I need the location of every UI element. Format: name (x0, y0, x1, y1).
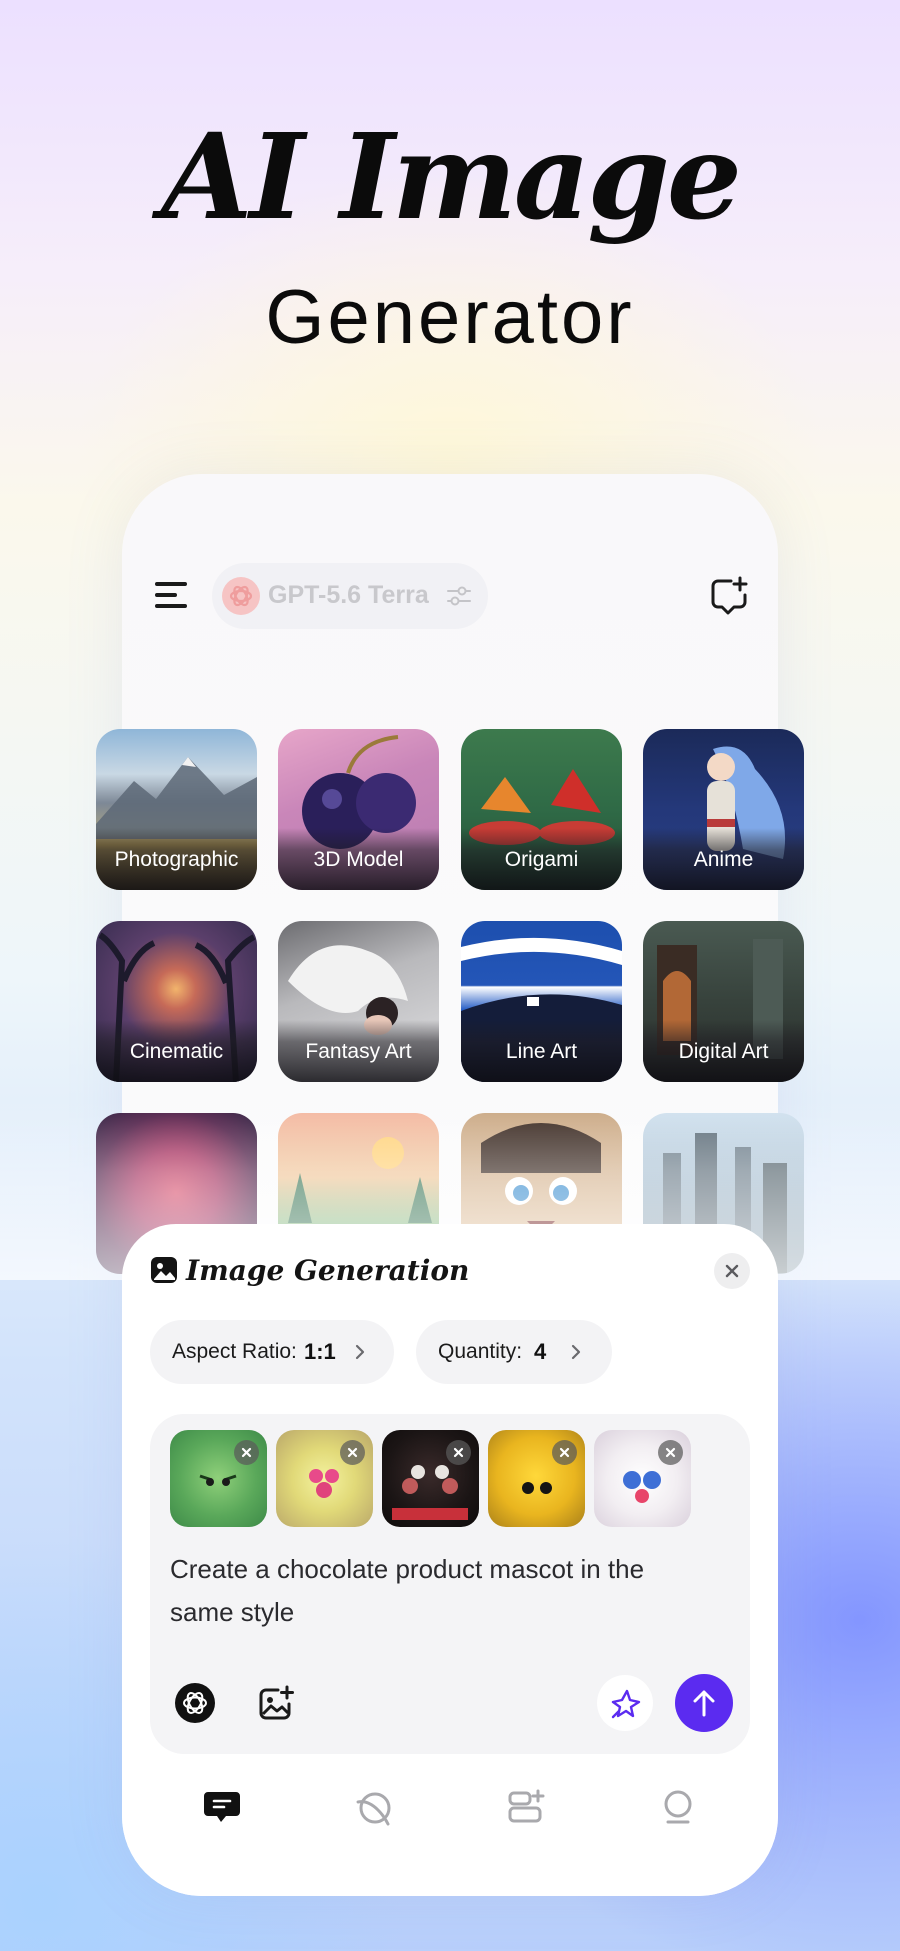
style-label: 3D Model (313, 848, 404, 871)
add-image-icon[interactable] (256, 1684, 296, 1724)
chat-icon[interactable] (202, 1788, 242, 1826)
model-icon-button[interactable] (174, 1682, 216, 1724)
tune-icon[interactable] (446, 583, 472, 609)
style-tile-line-art[interactable]: Line Art (461, 921, 622, 1082)
quantity-selector[interactable]: Quantity: 4 (416, 1320, 612, 1384)
reference-image-4[interactable] (488, 1430, 585, 1527)
profile-icon[interactable] (658, 1788, 698, 1826)
reference-image-3[interactable] (382, 1430, 479, 1527)
style-tile-3d-model[interactable]: 3D Model (278, 729, 439, 890)
sheet-title: Image Generation (186, 1254, 470, 1287)
reference-image-1[interactable] (170, 1430, 267, 1527)
style-label: Photographic (114, 848, 239, 871)
send-button[interactable] (675, 1674, 733, 1732)
model-selector[interactable]: GPT-5.6 Terra (212, 563, 488, 629)
style-tile-fantasy-art[interactable]: Fantasy Art (278, 921, 439, 1082)
remove-image-button[interactable] (446, 1440, 471, 1465)
prompt-text[interactable]: Create a chocolate product mascot in the… (170, 1548, 710, 1634)
remove-image-button[interactable] (234, 1440, 259, 1465)
style-label: Fantasy Art (305, 1040, 412, 1063)
style-label: Origami (504, 848, 579, 871)
aspect-ratio-selector[interactable]: Aspect Ratio: 1:1 (150, 1320, 394, 1384)
explore-icon[interactable] (354, 1788, 394, 1826)
quantity-label: Quantity: (438, 1340, 523, 1363)
new-chat-icon[interactable] (709, 576, 749, 616)
openai-logo-icon (222, 577, 260, 615)
remove-image-button[interactable] (552, 1440, 577, 1465)
style-tile-cinematic[interactable]: Cinematic (96, 921, 257, 1082)
magic-enhance-button[interactable] (597, 1675, 653, 1731)
style-label: Line Art (505, 1040, 578, 1063)
hero-subtitle: Generator (265, 275, 635, 360)
remove-image-button[interactable] (658, 1440, 683, 1465)
close-button[interactable] (714, 1253, 750, 1289)
reference-image-5[interactable] (594, 1430, 691, 1527)
chevron-right-icon (568, 1343, 584, 1361)
style-tile-digital-art[interactable]: Digital Art (643, 921, 804, 1082)
image-icon (150, 1256, 178, 1284)
hero-title: AI Image (161, 107, 742, 246)
aspect-ratio-label: Aspect Ratio: (172, 1340, 297, 1363)
library-icon[interactable] (506, 1788, 546, 1826)
style-tile-anime[interactable]: Anime (643, 729, 804, 890)
style-label: Anime (693, 848, 754, 871)
menu-icon[interactable] (155, 582, 187, 610)
reference-image-2[interactable] (276, 1430, 373, 1527)
quantity-value: 4 (534, 1339, 547, 1364)
style-tile-photographic[interactable]: Photographic (96, 729, 257, 890)
style-label: Cinematic (129, 1040, 224, 1063)
chevron-right-icon (352, 1343, 368, 1361)
aspect-ratio-value: 1:1 (304, 1339, 336, 1364)
model-name: GPT-5.6 Terra (268, 581, 429, 609)
style-label: Digital Art (678, 1040, 769, 1063)
remove-image-button[interactable] (340, 1440, 365, 1465)
style-tile-origami[interactable]: Origami (461, 729, 622, 890)
